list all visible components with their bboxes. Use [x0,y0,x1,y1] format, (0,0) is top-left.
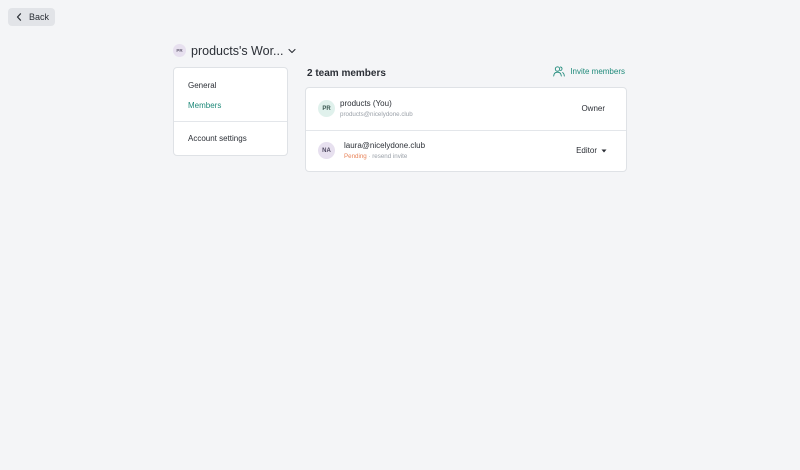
member-email: products@nicelydone.club [340,111,413,118]
status-separator: · [368,153,371,160]
back-label: Back [29,12,50,22]
invite-members-label: Invite members [570,67,625,76]
invite-members-button[interactable]: Invite members [553,66,625,77]
members-list: PR products (You) products@nicelydone.cl… [305,87,627,172]
member-status-line: Pending · resend invite [344,153,407,160]
sidebar-item-account-settings[interactable]: Account settings [188,134,247,143]
chevron-down-icon [288,48,297,53]
resend-invite-link[interactable]: resend invite [372,153,407,160]
member-role: Owner [581,104,605,113]
settings-sidebar: General Members Account settings [173,67,288,156]
pending-status: Pending [344,153,367,160]
workspace-name: products's Wor... [191,43,284,58]
sidebar-item-general[interactable]: General [188,81,216,90]
sidebar-item-members[interactable]: Members [188,101,221,110]
users-add-icon [553,66,566,77]
chevron-left-icon [16,13,22,21]
members-count-title: 2 team members [307,68,386,79]
avatar: NA [318,142,335,159]
sidebar-divider [174,121,287,122]
role-select-value: Editor [576,146,597,155]
member-row: PR products (You) products@nicelydone.cl… [306,88,626,131]
back-button[interactable]: Back [8,8,55,26]
member-row: NA laura@nicelydone.club Pending · resen… [306,130,626,172]
member-name: laura@nicelydone.club [344,141,426,150]
workspace-switcher[interactable]: PR products's Wor... [173,43,297,58]
workspace-avatar: PR [173,44,186,57]
role-select[interactable]: Editor [576,146,607,155]
avatar: PR [318,100,335,117]
caret-down-icon [601,149,607,152]
member-name: products (You) [340,99,392,108]
